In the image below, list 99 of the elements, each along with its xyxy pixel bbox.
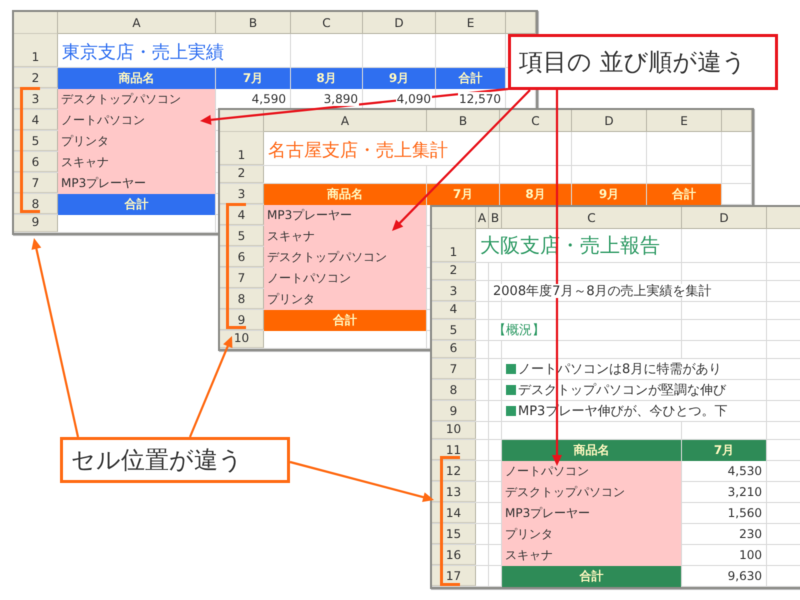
sheet-title: 名古屋支店・売上集計 [268, 139, 448, 162]
row-header[interactable]: 8 [432, 380, 476, 400]
callout-label: セル位置が違う [60, 437, 290, 483]
row-header[interactable]: 2 [220, 166, 264, 183]
table-cell: MP3プレーヤー [58, 173, 216, 194]
header-cell: 商品名 [264, 184, 427, 205]
row-header[interactable]: 11 [432, 440, 476, 460]
table-cell: スキャナ [58, 152, 216, 173]
row-header[interactable]: 12 [432, 461, 476, 481]
header-cell: 8月 [291, 68, 363, 89]
row-header[interactable]: 10 [432, 422, 476, 439]
row-header[interactable]: 4 [14, 110, 58, 130]
bullet-text: デスクトップパソコンが堅調な伸び [518, 382, 726, 399]
table-cell: デスクトップパソコン [58, 89, 216, 110]
table-cell: MP3プレーヤー [502, 503, 682, 524]
row-header[interactable]: 7 [432, 359, 476, 379]
sheet-title: 東京支店・売上実績 [62, 41, 224, 64]
row-header[interactable]: 13 [432, 482, 476, 502]
row-header[interactable]: 4 [432, 302, 476, 319]
callout-label: 項目の 並び順が違う [508, 34, 778, 90]
header-cell: 9月 [363, 68, 436, 89]
row-header[interactable]: 3 [14, 89, 58, 109]
table-cell: スキャナ [502, 545, 682, 566]
table-cell: ノートパソコン [502, 461, 682, 482]
column-header[interactable]: C [500, 110, 572, 132]
row-header[interactable]: 2 [14, 68, 58, 88]
column-header[interactable]: B [216, 12, 291, 34]
header-cell: 合計 [647, 184, 722, 205]
row-header[interactable]: 14 [432, 503, 476, 523]
table-cell: 230 [682, 524, 767, 544]
row-header[interactable]: 7 [220, 268, 264, 288]
row-header[interactable]: 3 [220, 184, 264, 204]
row-header[interactable]: 2 [432, 263, 476, 280]
column-header[interactable]: D [363, 12, 436, 34]
table-cell: 合計 [264, 310, 427, 331]
table-cell: デスクトップパソコン [264, 247, 427, 268]
table-cell: スキャナ [264, 226, 427, 247]
table-cell: 3,210 [682, 482, 767, 502]
table-cell: プリンタ [502, 524, 682, 545]
column-header[interactable]: E [436, 12, 506, 34]
bullet-text: ノートパソコンは8月に特需があり [518, 361, 722, 378]
table-cell: プリンタ [264, 289, 427, 310]
header-cell: 商品名 [58, 68, 216, 89]
select-all-corner[interactable] [220, 110, 264, 132]
column-header[interactable]: A [476, 207, 489, 229]
column-header[interactable]: A [58, 12, 216, 34]
row-header[interactable]: 6 [220, 247, 264, 267]
table-cell: ノートパソコン [264, 268, 427, 289]
row-header[interactable]: 10 [220, 331, 264, 348]
row-header[interactable]: 15 [432, 524, 476, 544]
header-cell: 7月 [682, 440, 767, 461]
row-header[interactable]: 16 [432, 545, 476, 565]
table-cell: 合計 [502, 566, 682, 587]
header-cell: 7月 [216, 68, 291, 89]
select-all-corner[interactable] [432, 207, 476, 229]
table-cell: デスクトップパソコン [502, 482, 682, 503]
column-header[interactable]: C [291, 12, 363, 34]
row-header[interactable]: 8 [220, 289, 264, 309]
select-all-corner[interactable] [14, 12, 58, 34]
header-cell: 商品名 [502, 440, 682, 461]
column-header[interactable]: E [647, 110, 722, 132]
square-bullet-icon [506, 406, 516, 416]
column-header[interactable]: D [572, 110, 647, 132]
row-header[interactable]: 5 [432, 320, 476, 340]
row-header[interactable]: 6 [14, 152, 58, 172]
row-header[interactable]: 7 [14, 173, 58, 193]
row-header[interactable]: 1 [220, 132, 264, 165]
column-header[interactable]: B [427, 110, 500, 132]
header-cell: 9月 [572, 184, 647, 205]
header-cell: 合計 [436, 68, 506, 89]
table-cell: 9,630 [682, 566, 767, 586]
table-cell: 100 [682, 545, 767, 565]
table-cell: MP3プレーヤー [264, 205, 427, 226]
column-header[interactable]: C [502, 207, 682, 229]
note-text: 2008年度7月～8月の売上実績を集計 [493, 283, 712, 300]
row-header[interactable]: 5 [14, 131, 58, 151]
table-cell: プリンタ [58, 131, 216, 152]
column-header[interactable] [722, 110, 752, 132]
column-header[interactable]: D [682, 207, 767, 229]
row-header[interactable]: 9 [14, 215, 58, 232]
column-header[interactable]: B [489, 207, 502, 229]
row-header[interactable]: 1 [14, 34, 58, 67]
table-cell: 合計 [58, 194, 216, 215]
column-header[interactable] [506, 12, 536, 34]
row-header[interactable]: 9 [432, 401, 476, 421]
table-cell: ノートパソコン [58, 110, 216, 131]
table-cell: 4,530 [682, 461, 767, 481]
column-header[interactable]: A [264, 110, 427, 132]
section-heading: 【概況】 [493, 322, 545, 339]
row-header[interactable]: 5 [220, 226, 264, 246]
row-header[interactable]: 3 [432, 281, 476, 301]
row-header[interactable]: 1 [432, 229, 476, 262]
square-bullet-icon [506, 385, 516, 395]
square-bullet-icon [506, 364, 516, 374]
header-cell: 7月 [427, 184, 500, 205]
row-header[interactable]: 6 [432, 341, 476, 358]
table-cell: 1,560 [682, 503, 767, 523]
row-header[interactable]: 4 [220, 205, 264, 225]
header-cell: 8月 [500, 184, 572, 205]
